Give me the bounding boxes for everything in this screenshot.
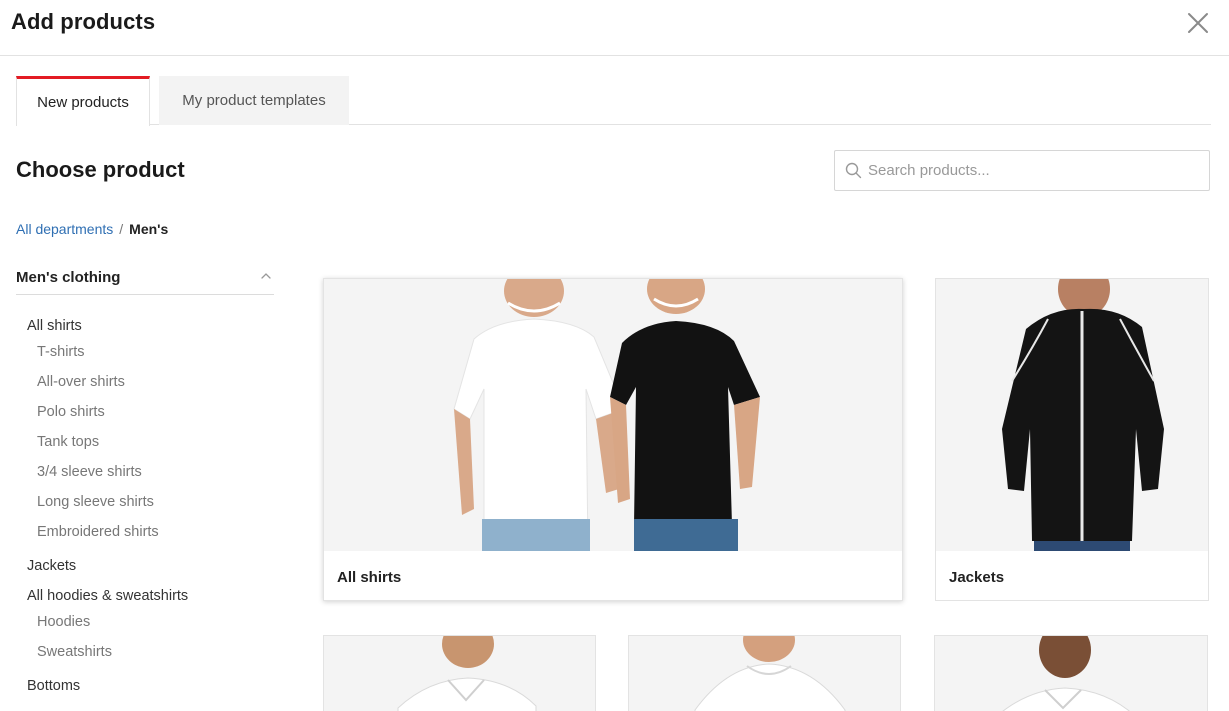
sidebar-item-tank-tops[interactable]: Tank tops — [37, 434, 99, 450]
tab-new-products[interactable]: New products — [16, 76, 150, 126]
search-box — [834, 150, 1210, 191]
sidebar-item-three-quarter-sleeve-shirts[interactable]: 3/4 sleeve shirts — [37, 464, 142, 480]
product-card-long-sleeve[interactable] — [628, 635, 901, 711]
product-image-polo — [324, 636, 595, 711]
product-label-all-shirts: All shirts — [337, 569, 402, 586]
sidebar-item-hoodies[interactable]: Hoodies — [37, 614, 90, 630]
product-label-jackets: Jackets — [949, 569, 1005, 586]
search-input[interactable] — [868, 162, 1188, 179]
product-image-long-sleeve — [629, 636, 900, 711]
chevron-up-icon — [261, 273, 271, 279]
sidebar-item-all-hoodies-sweatshirts[interactable]: All hoodies & sweatshirts — [27, 588, 188, 604]
product-image-all-shirts — [324, 279, 902, 551]
breadcrumb: All departments / Men's — [16, 221, 168, 237]
tab-bar: New products My product templates — [16, 76, 1211, 126]
modal-title: Add products — [11, 9, 156, 34]
breadcrumb-current: Men's — [129, 221, 169, 237]
sidebar-item-all-over-shirts[interactable]: All-over shirts — [37, 374, 125, 390]
breadcrumb-all-departments[interactable]: All departments — [16, 221, 113, 237]
sidebar-item-embroidered-shirts[interactable]: Embroidered shirts — [37, 524, 159, 540]
product-image-polo-2 — [935, 636, 1207, 711]
product-card-polo-2[interactable] — [934, 635, 1208, 711]
sidebar-item-polo-shirts[interactable]: Polo shirts — [37, 404, 105, 420]
sidebar-item-long-sleeve-shirts[interactable]: Long sleeve shirts — [37, 494, 154, 510]
product-card-polo[interactable] — [323, 635, 596, 711]
sidebar-section-header[interactable]: Men's clothing — [16, 261, 274, 295]
product-card-jackets[interactable]: Jackets — [935, 278, 1209, 601]
breadcrumb-separator: / — [119, 221, 124, 237]
sidebar-item-bottoms[interactable]: Bottoms — [27, 678, 80, 694]
tab-my-product-templates[interactable]: My product templates — [159, 76, 349, 125]
close-icon[interactable] — [1184, 9, 1212, 37]
sidebar-item-all-shirts[interactable]: All shirts — [27, 318, 82, 334]
page-title: Choose product — [16, 157, 185, 182]
sidebar-section-label: Men's clothing — [16, 269, 121, 286]
sidebar-item-jackets[interactable]: Jackets — [27, 558, 76, 574]
modal-header: Add products — [0, 0, 1229, 56]
search-icon — [845, 162, 862, 179]
product-card-all-shirts[interactable]: All shirts — [323, 278, 903, 601]
sidebar-item-t-shirts[interactable]: T-shirts — [37, 344, 85, 360]
sidebar-item-sweatshirts[interactable]: Sweatshirts — [37, 644, 112, 660]
product-image-jackets — [936, 279, 1208, 551]
